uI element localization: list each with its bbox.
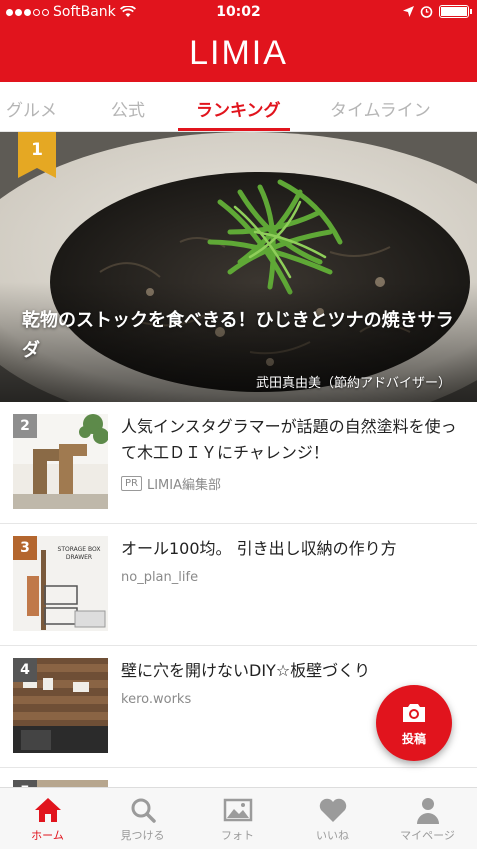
nav-home-label: ホーム <box>31 829 64 842</box>
battery-icon <box>439 5 472 18</box>
item-meta: PR LIMIA編集部 <box>121 474 221 493</box>
search-icon <box>131 798 156 823</box>
list-item[interactable]: 2 人気インスタグラマーが話題の自然塗料を使って木工ＤＩＹにチャレンジ！ PR … <box>0 402 477 524</box>
item-thumbnail: 4 <box>13 658 108 753</box>
nav-photo-label: フォト <box>221 829 254 842</box>
bottom-nav: ホーム 見つける フォト いいね マイページ <box>0 787 477 849</box>
tab-ranking[interactable]: ランキング <box>196 96 281 121</box>
item-meta: no_plan_life <box>121 570 198 585</box>
tab-timeline[interactable]: タイムライン <box>330 96 431 121</box>
hero-title: 乾物のストックを食べきる！ひじきとツナの焼きサラダ <box>22 310 454 361</box>
rank-badge: 2 <box>13 414 37 438</box>
hero-article[interactable]: 1 乾物のストックを食べきる！ひじきとツナの焼きサラダ 武田真由美（節約アドバイ… <box>0 132 477 402</box>
post-button[interactable]: 投稿 <box>376 685 452 761</box>
camera-icon <box>403 704 425 722</box>
nav-mypage-label: マイページ <box>400 829 455 842</box>
rank-badge: 3 <box>13 536 37 560</box>
status-icons <box>403 5 472 18</box>
heart-icon <box>319 798 347 822</box>
nav-photo[interactable]: フォト <box>190 788 285 849</box>
item-author: LIMIA編集部 <box>146 478 222 493</box>
app-header: LIMIA <box>0 26 477 82</box>
nav-home[interactable]: ホーム <box>0 788 95 849</box>
home-icon <box>35 798 61 822</box>
item-title: 壁に穴を開けないDIY☆板壁づくり <box>121 661 371 680</box>
rank-badge: 4 <box>13 658 37 682</box>
item-meta: kero.works <box>121 692 191 707</box>
pr-badge: PR <box>121 476 142 491</box>
rank-badge: 1 <box>18 132 56 178</box>
item-title: 人気インスタグラマーが話題の自然塗料を使って木工ＤＩＹにチャレンジ！ <box>121 417 457 462</box>
person-icon <box>417 798 439 824</box>
item-title: オール100均。 引き出し収納の作り方 <box>121 539 397 558</box>
category-tabs: グルメ 公式 ランキング タイムライン <box>0 82 477 132</box>
nav-likes[interactable]: いいね <box>285 788 380 849</box>
nav-discover[interactable]: 見つける <box>95 788 190 849</box>
item-author: no_plan_life <box>121 570 199 585</box>
photo-icon <box>223 798 253 822</box>
thumb-caption: STORAGE BOX DRAWER <box>57 546 101 561</box>
alarm-icon <box>420 6 433 18</box>
nav-discover-label: 見つける <box>120 829 165 842</box>
tab-official[interactable]: 公式 <box>111 96 145 121</box>
tab-gourmet[interactable]: グルメ <box>6 96 57 121</box>
item-thumbnail: STORAGE BOX DRAWER 3 <box>13 536 108 631</box>
active-tab-indicator <box>178 128 290 131</box>
item-thumbnail: 2 <box>13 414 108 509</box>
post-button-label: 投稿 <box>401 732 426 746</box>
app-logo: LIMIA <box>189 34 288 72</box>
nav-mypage[interactable]: マイページ <box>380 788 475 849</box>
status-bar: SoftBank 10:02 <box>0 0 477 26</box>
rank-number: 1 <box>31 140 43 160</box>
nav-likes-label: いいね <box>316 829 349 842</box>
hero-author: 武田真由美（節約アドバイザー） <box>255 376 451 391</box>
item-author: kero.works <box>121 692 192 707</box>
list-item[interactable]: STORAGE BOX DRAWER 3 オール100均。 引き出し収納の作り方… <box>0 524 477 646</box>
location-arrow-icon <box>403 6 414 17</box>
